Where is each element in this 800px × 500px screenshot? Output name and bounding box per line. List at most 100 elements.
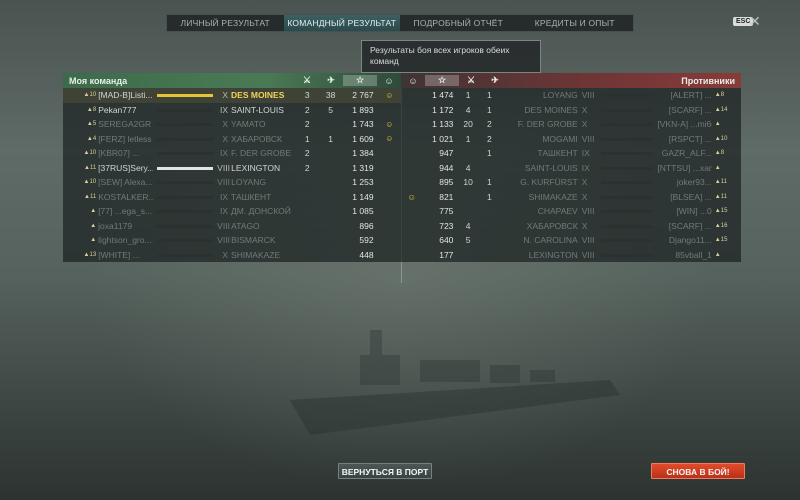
table-row[interactable]: 1 474 1 1 LOYANG VIII [ALERT] ... ▲ 8 bbox=[401, 88, 741, 103]
table-row[interactable]: ▲ 5 SEREGA2GR X YAMATO 2 1 743 ☺ bbox=[63, 117, 401, 132]
ship-tier: X bbox=[581, 104, 588, 115]
player-name[interactable]: [MAD-B]Listi... bbox=[98, 90, 153, 100]
rank-badge: ▲ bbox=[712, 252, 741, 258]
silhouette-bar bbox=[156, 166, 214, 170]
ship-tier: VIII bbox=[581, 249, 595, 260]
planes-header-icon[interactable]: ✈ bbox=[319, 75, 343, 86]
return-to-port-button[interactable]: ВЕРНУТЬСЯ В ПОРТ bbox=[338, 463, 432, 479]
experience-header-icon[interactable]: ☆ bbox=[425, 75, 459, 86]
ship-name: ДМ. ДОНСКОЙ bbox=[231, 206, 291, 217]
ship-tier: VIII bbox=[217, 162, 230, 173]
player-name[interactable]: [77] ...ega_s... bbox=[98, 206, 153, 216]
table-row[interactable]: ▲ 10 [KBR07] ... IX F. DER GROBE 2 1 384 bbox=[63, 146, 401, 161]
player-name[interactable]: [KBR07] ... bbox=[98, 148, 153, 158]
player-name[interactable]: joker93... bbox=[657, 177, 712, 187]
player-name[interactable]: [SCARF] ... bbox=[657, 105, 712, 115]
rank-badge: ▲ bbox=[63, 208, 98, 214]
silhouette-bar bbox=[601, 152, 654, 156]
medal-icon: ☺ bbox=[385, 90, 394, 100]
experience-value: 944 bbox=[439, 162, 454, 173]
table-row[interactable]: 1 172 4 1 DES MOINES X [SCARF] ... ▲ 14 bbox=[401, 103, 741, 118]
player-name[interactable]: joxa1179 bbox=[98, 221, 153, 231]
kills-value: 5 bbox=[465, 235, 471, 246]
medal-header-icon[interactable]: ☺ bbox=[377, 76, 401, 86]
table-row[interactable]: 947 1 ТАШКЕНТ IX GAZR_ALF... ▲ 8 bbox=[401, 146, 741, 161]
ship-tier: IX bbox=[220, 206, 229, 217]
tab-personal-result[interactable]: ЛИЧНЫЙ РЕЗУЛЬТАТ bbox=[167, 15, 284, 31]
player-name[interactable]: 85vball_1 bbox=[657, 250, 711, 260]
table-row[interactable]: ▲ 11 KOSTALKER... IX ТАШКЕНТ 1 149 bbox=[63, 190, 401, 205]
kills-value: 2 bbox=[304, 119, 310, 130]
table-row[interactable]: 944 4 SAINT-LOUISIX [NTTSU] ...xander974▲ bbox=[401, 161, 741, 176]
player-name[interactable]: [37RUS]Sery... bbox=[98, 163, 153, 173]
table-row[interactable]: 723 4 ХАБАРОВСК X [SCARF] ... ▲ 16 bbox=[401, 219, 741, 234]
table-row[interactable]: ▲ 13 [WHITE] ... X SHIMAKAZE 448 bbox=[63, 248, 401, 263]
tab-team-result[interactable]: КОМАНДНЫЙ РЕЗУЛЬТАТ bbox=[283, 15, 400, 31]
table-row[interactable]: ☺ 821 1 SHIMAKAZE X [BLSEA] ... ▲ 11 bbox=[401, 190, 741, 205]
silhouette-bar bbox=[156, 137, 214, 141]
silhouette-bar bbox=[601, 210, 654, 214]
experience-value: 640 bbox=[439, 235, 454, 246]
table-row[interactable]: 895 10 1 G. KURFÜRST Xjoker93... ▲ 11 bbox=[401, 175, 741, 190]
ship-name: N. CAROLINA bbox=[523, 235, 578, 246]
table-row[interactable]: ▲ 4 [FERZ] letless X ХАБАРОВСК 1 1 1 609 ☺ bbox=[63, 132, 401, 147]
table-row[interactable]: ▲ 10 [SEW] Alexa... VIII LOYANG 1 253 bbox=[63, 175, 401, 190]
tab-credits-experience[interactable]: КРЕДИТЫ И ОПЫТ bbox=[517, 15, 634, 31]
kills-header-icon[interactable]: ⚔ bbox=[459, 75, 483, 86]
player-name[interactable]: Pekan777 bbox=[98, 105, 153, 115]
ship-name: F. DER GROBE bbox=[231, 148, 292, 159]
ship-name: ТАШКЕНТ bbox=[537, 148, 578, 159]
table-row[interactable]: 1 133 20 2 F. DER GROBEX [VKN-A] ...mi6666▲ bbox=[401, 117, 741, 132]
player-name[interactable]: [FERZ] letless bbox=[98, 134, 153, 144]
ship-silhouette-icon bbox=[153, 91, 217, 99]
player-name[interactable]: GAZR_ALF... bbox=[657, 148, 712, 158]
player-name[interactable]: [NTTSU] ...xander974 bbox=[657, 163, 711, 173]
player-name[interactable]: SEREGA2GR bbox=[98, 119, 153, 129]
ship-tier: X bbox=[581, 191, 588, 202]
my-team-header: Моя команда ⚔ ✈ ☆ ☺ bbox=[63, 73, 401, 88]
table-row[interactable]: ▲ 8 Pekan777 IX SAINT-LOUIS 2 5 1 893 bbox=[63, 103, 401, 118]
player-name[interactable]: [SEW] Alexa... bbox=[98, 177, 153, 187]
rank-badge: ▲ 15 bbox=[712, 237, 741, 243]
experience-value: 1 893 bbox=[352, 104, 374, 115]
experience-value: 1 743 bbox=[352, 119, 374, 130]
rank-badge: ▲ bbox=[712, 121, 741, 127]
table-row[interactable]: 775 CHAPAEV VIII [WIN] ...0 ▲ 15 bbox=[401, 204, 741, 219]
table-row[interactable]: ▲ joxa1179 VIII ATAGO 896 bbox=[63, 219, 401, 234]
player-name[interactable]: [VKN-A] ...mi6666 bbox=[657, 119, 711, 129]
table-row[interactable]: ▲ 11 [37RUS]Sery... VIII LEXINGTON 2 1 319 bbox=[63, 161, 401, 176]
table-row[interactable]: ▲ [77] ...ega_s... IX ДМ. ДОНСКОЙ 1 085 bbox=[63, 204, 401, 219]
ship-tier: X bbox=[222, 119, 229, 130]
player-name[interactable]: [SCARF] ... bbox=[657, 221, 712, 231]
kills-value: 2 bbox=[304, 148, 310, 159]
rank-badge: ▲ bbox=[712, 165, 741, 171]
ship-tier: X bbox=[581, 220, 588, 231]
player-name[interactable]: [ALERT] ... bbox=[657, 90, 711, 100]
kills-value: 1 bbox=[465, 133, 471, 144]
table-row[interactable]: 1 021 1 2 MOGAMI VIII [RSPCT] ... ▲ 10 bbox=[401, 132, 741, 147]
medal-header-icon[interactable]: ☺ bbox=[401, 76, 425, 86]
kills-header-icon[interactable]: ⚔ bbox=[295, 75, 319, 86]
table-row[interactable]: 177 LEXINGTON VIII 85vball_1 ▲ bbox=[401, 248, 741, 263]
ship-silhouette-icon bbox=[153, 178, 217, 186]
player-name[interactable]: [BLSEA] ... bbox=[657, 192, 712, 202]
battle-again-button[interactable]: СНОВА В БОЙ! bbox=[651, 463, 745, 479]
table-row[interactable]: 640 5 N. CAROLINA VIII Django11... ▲ 15 bbox=[401, 233, 741, 248]
player-name[interactable]: Django11... bbox=[657, 235, 712, 245]
planes-header-icon[interactable]: ✈ bbox=[483, 75, 507, 86]
silhouette-bar bbox=[156, 108, 214, 112]
player-name[interactable]: [WHITE] ... bbox=[98, 250, 153, 260]
rank-badge: ▲ 10 bbox=[63, 179, 98, 185]
tab-detailed-report[interactable]: ПОДРОБНЫЙ ОТЧЁТ bbox=[400, 15, 517, 31]
player-name[interactable]: [RSPCT] ... bbox=[657, 134, 712, 144]
player-name[interactable]: KOSTALKER... bbox=[98, 192, 153, 202]
ship-silhouette-icon bbox=[153, 207, 217, 215]
table-row[interactable]: ▲ lightson_gro... VIII BISMARCK 592 bbox=[63, 233, 401, 248]
silhouette-bar bbox=[601, 195, 654, 199]
enemy-team-header: ☺ ☆ ⚔ ✈ Противники bbox=[401, 73, 741, 88]
table-row[interactable]: ▲ 10 [MAD-B]Listi... X DES MOINES 3 38 2 767 ☺ bbox=[63, 88, 401, 103]
experience-header-icon[interactable]: ☆ bbox=[343, 75, 377, 86]
close-icon[interactable]: ✕ bbox=[749, 13, 761, 30]
player-name[interactable]: [WIN] ...0 bbox=[657, 206, 711, 216]
player-name[interactable]: lightson_gro... bbox=[98, 235, 153, 245]
